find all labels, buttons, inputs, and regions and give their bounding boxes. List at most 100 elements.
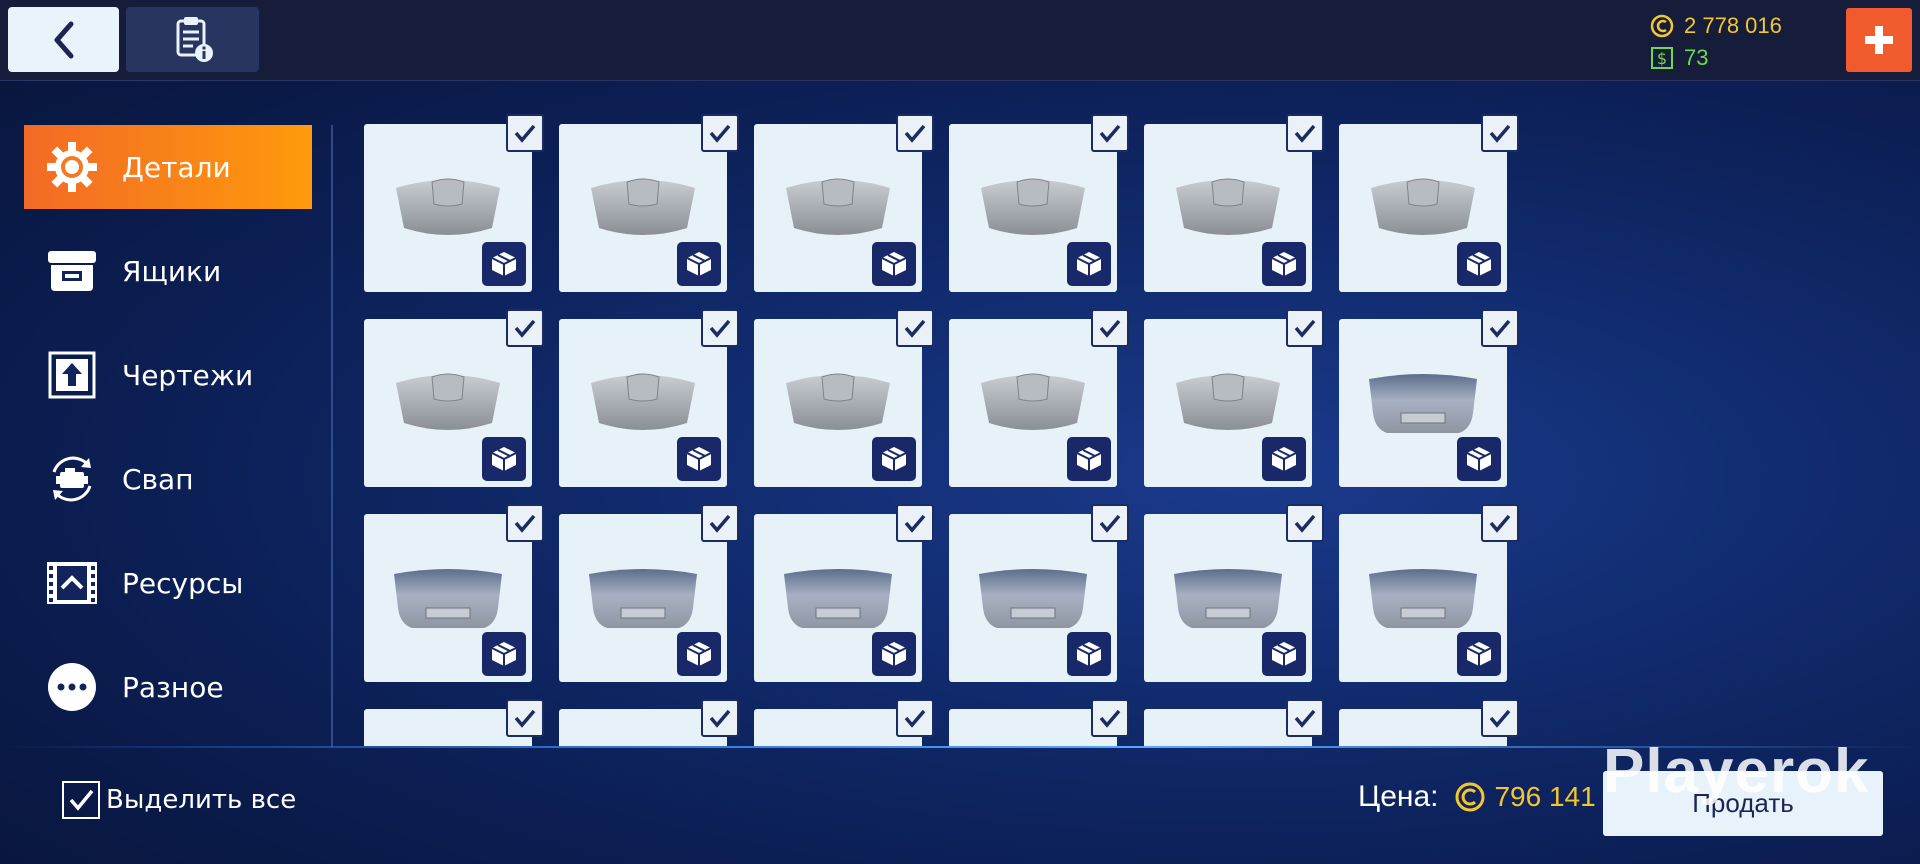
sidebar-item-blueprints[interactable]: Чертежи xyxy=(24,333,312,417)
item-checkbox[interactable] xyxy=(506,504,544,542)
item-checkbox[interactable] xyxy=(1286,114,1324,152)
item-checkbox[interactable] xyxy=(896,114,934,152)
crate-icon xyxy=(44,243,100,299)
item-checkbox[interactable] xyxy=(701,504,739,542)
item-checkbox[interactable] xyxy=(1091,114,1129,152)
watermark-logo: Playerok xyxy=(1603,737,1870,806)
inventory-item-card[interactable] xyxy=(1144,309,1324,487)
inventory-item-card[interactable] xyxy=(949,114,1129,292)
inventory-item-card[interactable] xyxy=(949,309,1129,487)
item-checkbox[interactable] xyxy=(1481,699,1519,737)
box-badge-icon xyxy=(482,632,526,676)
box-badge-icon xyxy=(1067,437,1111,481)
engine-swap-icon xyxy=(44,451,100,507)
item-checkbox[interactable] xyxy=(506,114,544,152)
clipboard-info-icon xyxy=(176,16,213,62)
inventory-item-card[interactable] xyxy=(754,699,934,746)
checkmark-icon xyxy=(514,319,536,338)
resources-icon xyxy=(44,555,100,611)
add-currency-button[interactable] xyxy=(1846,8,1912,72)
inventory-item-card[interactable] xyxy=(1144,504,1324,682)
item-checkbox[interactable] xyxy=(896,309,934,347)
item-checkbox[interactable] xyxy=(701,699,739,737)
item-checkbox[interactable] xyxy=(1091,699,1129,737)
checkmark-icon xyxy=(904,124,926,143)
price-value: 796 141 xyxy=(1494,781,1596,812)
checkmark-icon xyxy=(1099,514,1121,533)
hood-part-icon xyxy=(786,178,890,235)
inventory-item-card[interactable] xyxy=(754,309,934,487)
chevron-left-icon xyxy=(54,21,73,58)
box-badge-icon xyxy=(1457,242,1501,286)
inventory-item-card[interactable] xyxy=(754,114,934,292)
coins-row: 2 778 016 xyxy=(1650,10,1850,42)
hood-part-icon xyxy=(1371,178,1475,235)
checkmark-icon xyxy=(1294,124,1316,143)
sidebar-item-swap[interactable]: Свап xyxy=(24,437,312,521)
sidebar-item-misc[interactable]: Разное xyxy=(24,645,312,729)
inventory-item-card[interactable] xyxy=(559,504,739,682)
inventory-item-card[interactable] xyxy=(949,504,1129,682)
checkmark-icon xyxy=(1099,319,1121,338)
inventory-item-card[interactable] xyxy=(364,699,544,746)
inventory-info-button[interactable] xyxy=(126,7,259,72)
item-checkbox[interactable] xyxy=(1286,504,1324,542)
inventory-item-card[interactable] xyxy=(754,504,934,682)
item-checkbox[interactable] xyxy=(701,114,739,152)
box-badge-icon xyxy=(872,437,916,481)
coins-value: 2 778 016 xyxy=(1684,13,1782,38)
inventory-item-card[interactable] xyxy=(559,309,739,487)
coin-icon xyxy=(1650,14,1674,38)
trunk-part-icon xyxy=(589,569,697,628)
sidebar-item-resources[interactable]: Ресурсы xyxy=(24,541,312,625)
inventory-item-card[interactable] xyxy=(949,699,1129,746)
item-checkbox[interactable] xyxy=(1286,699,1324,737)
item-checkbox[interactable] xyxy=(506,309,544,347)
svg-text:$: $ xyxy=(1657,49,1667,68)
box-badge-icon xyxy=(677,437,721,481)
inventory-item-card[interactable] xyxy=(1144,114,1324,292)
inventory-item-card[interactable] xyxy=(364,114,544,292)
checkmark-icon xyxy=(1489,319,1511,338)
item-checkbox[interactable] xyxy=(1481,504,1519,542)
trunk-part-icon xyxy=(784,569,892,628)
item-checkbox[interactable] xyxy=(1481,114,1519,152)
inventory-item-card[interactable] xyxy=(1339,699,1519,746)
sidebar-item-label: Разное xyxy=(122,670,224,704)
inventory-item-card[interactable] xyxy=(1339,309,1519,487)
checkmark-icon xyxy=(904,514,926,533)
sidebar-item-crates[interactable]: Ящики xyxy=(24,229,312,313)
checkmark-icon xyxy=(904,319,926,338)
sidebar-item-details[interactable]: Детали xyxy=(24,125,312,209)
inventory-item-card[interactable] xyxy=(1339,504,1519,682)
select-all-checkbox[interactable]: Выделить все xyxy=(62,781,296,819)
item-checkbox[interactable] xyxy=(1481,309,1519,347)
inventory-item-card[interactable] xyxy=(364,504,544,682)
inventory-item-card[interactable] xyxy=(559,114,739,292)
inventory-item-card[interactable] xyxy=(1144,699,1324,746)
item-checkbox[interactable] xyxy=(701,309,739,347)
item-checkbox[interactable] xyxy=(1286,309,1324,347)
sidebar-item-label: Ящики xyxy=(122,254,222,288)
box-badge-icon xyxy=(872,242,916,286)
box-badge-icon xyxy=(1262,242,1306,286)
item-checkbox[interactable] xyxy=(1091,504,1129,542)
hood-part-icon xyxy=(396,373,500,430)
item-checkbox[interactable] xyxy=(506,699,544,737)
box-badge-icon xyxy=(677,632,721,676)
item-checkbox[interactable] xyxy=(896,699,934,737)
sidebar-divider xyxy=(331,125,333,747)
checkbox-box[interactable] xyxy=(62,781,100,819)
currency-display: 2 778 016 $ 73 xyxy=(1650,10,1850,74)
inventory-item-card[interactable] xyxy=(364,309,544,487)
inventory-grid-scroll[interactable] xyxy=(352,108,1532,746)
back-button[interactable] xyxy=(8,7,119,72)
inventory-item-card[interactable] xyxy=(1339,114,1519,292)
checkmark-icon xyxy=(1294,709,1316,728)
trunk-part-icon xyxy=(1174,569,1282,628)
inventory-grid xyxy=(352,108,1532,746)
item-checkbox[interactable] xyxy=(896,504,934,542)
item-checkbox[interactable] xyxy=(1091,309,1129,347)
checkmark-icon xyxy=(514,514,536,533)
inventory-item-card[interactable] xyxy=(559,699,739,746)
